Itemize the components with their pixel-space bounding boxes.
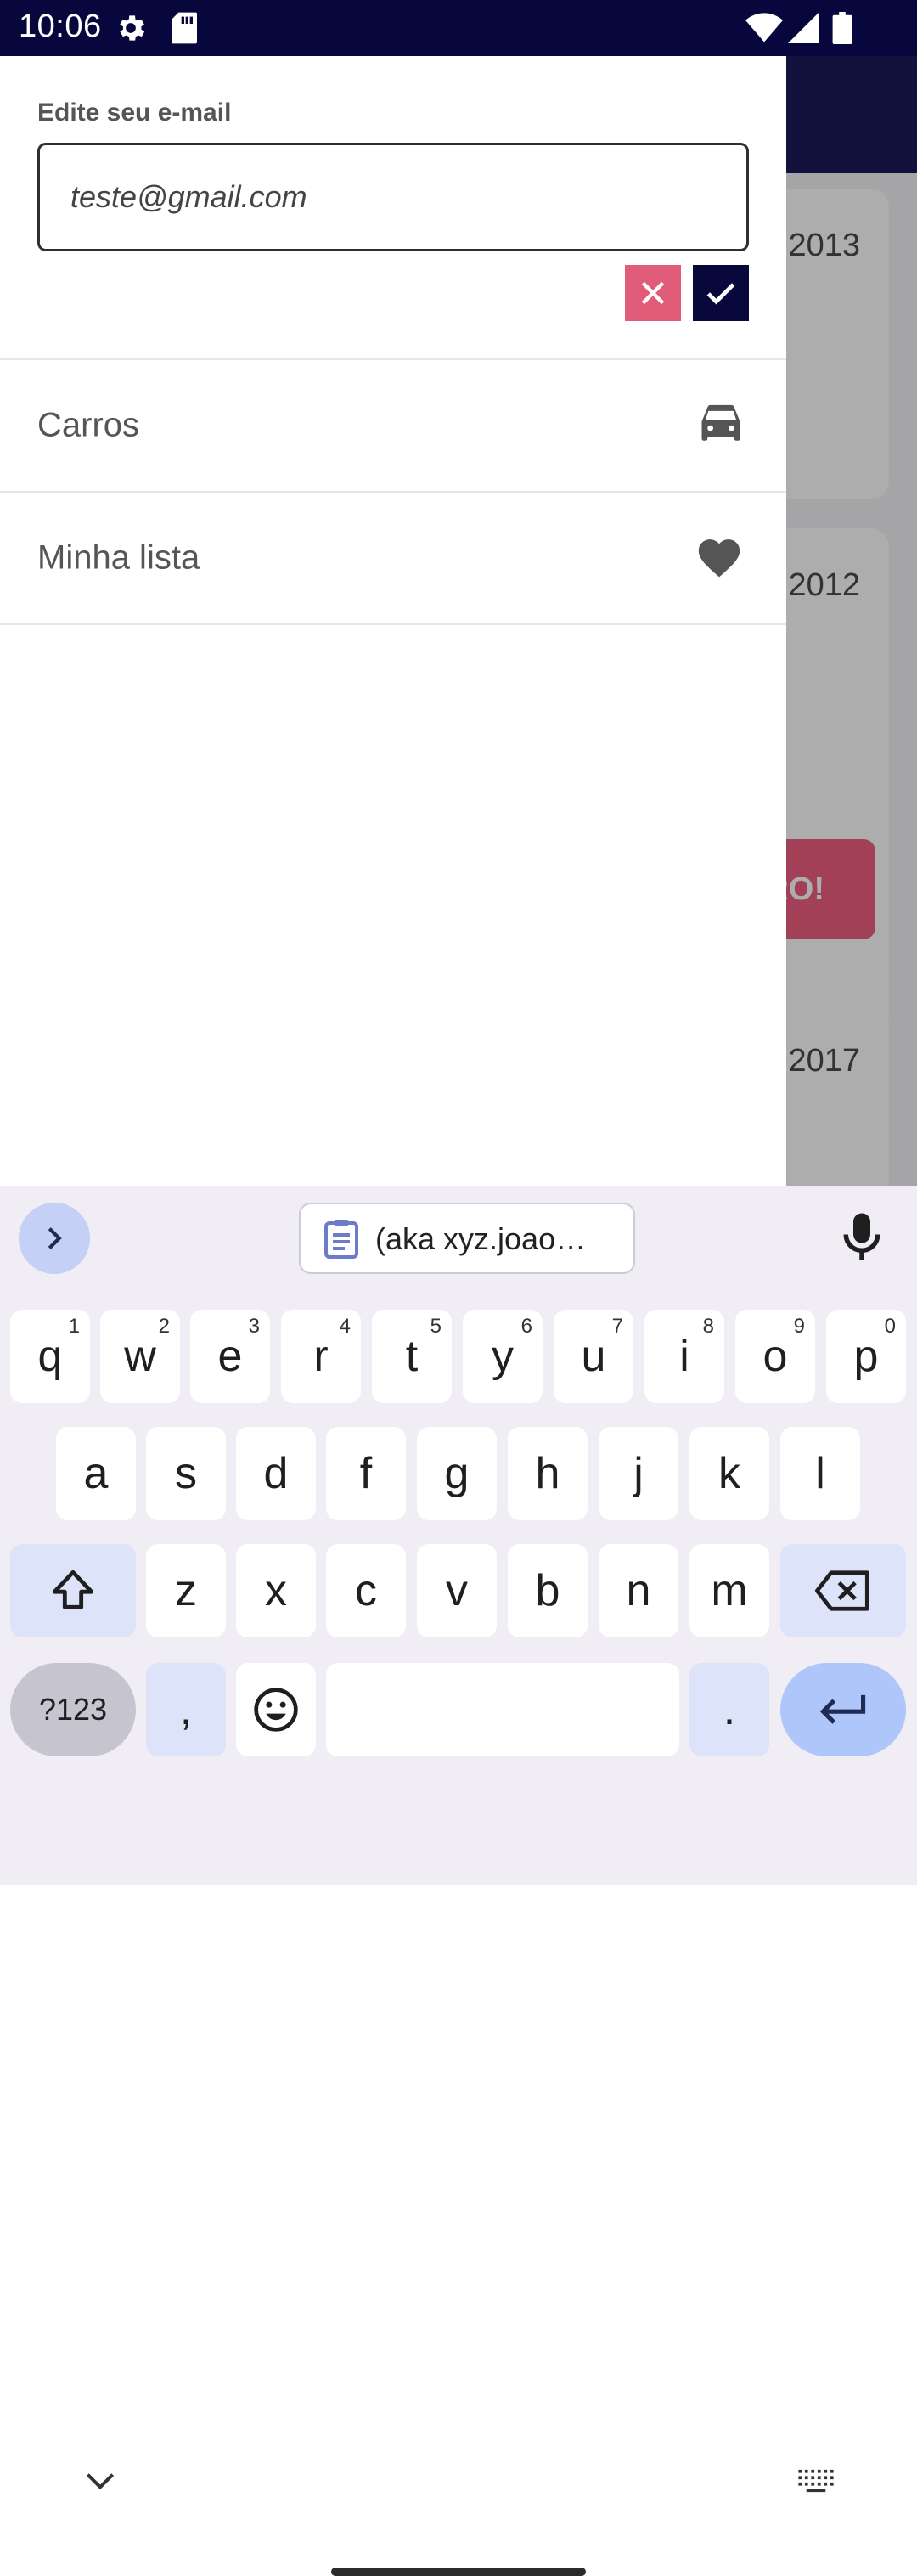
- battery-icon: [832, 12, 852, 48]
- status-time: 10:06: [19, 8, 102, 44]
- key-w[interactable]: w2: [100, 1310, 180, 1403]
- chevron-down-icon: [86, 2473, 115, 2490]
- key-label: r: [313, 1332, 329, 1381]
- key-hint: 3: [248, 1315, 260, 1338]
- key-hint: 8: [702, 1315, 714, 1338]
- key-a[interactable]: a: [56, 1427, 136, 1520]
- key-y[interactable]: y6: [463, 1310, 543, 1403]
- period-key[interactable]: .: [689, 1663, 769, 1756]
- cell-signal-icon: [788, 12, 819, 48]
- key-i[interactable]: i8: [644, 1310, 724, 1403]
- key-k[interactable]: k: [689, 1427, 769, 1520]
- emoji-icon: [254, 1688, 298, 1732]
- enter-key[interactable]: [780, 1663, 906, 1756]
- key-m[interactable]: m: [689, 1544, 769, 1637]
- chevron-right-icon: [48, 1227, 62, 1249]
- toolbar-expand-button[interactable]: [19, 1203, 90, 1274]
- key-label: i: [679, 1332, 689, 1381]
- key-label: y: [492, 1332, 514, 1381]
- key-hint: 0: [884, 1315, 896, 1338]
- key-label: u: [581, 1332, 606, 1381]
- menu-item-carros[interactable]: Carros: [0, 360, 786, 491]
- key-x[interactable]: x: [236, 1544, 316, 1637]
- divider: [0, 623, 786, 625]
- keyboard-icon: [798, 2469, 834, 2493]
- hide-keyboard-button[interactable]: [82, 2469, 119, 2497]
- settings-icon: [114, 11, 148, 49]
- clipboard-icon: [323, 1218, 360, 1263]
- emoji-key[interactable]: [236, 1663, 316, 1756]
- key-g[interactable]: g: [417, 1427, 497, 1520]
- symbols-key[interactable]: ?123: [10, 1663, 136, 1756]
- key-label: q: [37, 1332, 63, 1381]
- key-label: o: [762, 1332, 788, 1381]
- menu-item-label: Minha lista: [37, 538, 200, 577]
- keyboard-switch-button[interactable]: [796, 2468, 835, 2498]
- key-label: t: [405, 1332, 419, 1381]
- status-bar: 10:06: [0, 0, 917, 56]
- key-label: e: [217, 1332, 243, 1381]
- key-d[interactable]: d: [236, 1427, 316, 1520]
- shift-key[interactable]: [10, 1544, 136, 1637]
- key-h[interactable]: h: [508, 1427, 588, 1520]
- key-u[interactable]: u7: [554, 1310, 633, 1403]
- check-icon: [706, 283, 735, 305]
- navigation-drawer: Edite seu e-mail Carros Minha lista: [0, 56, 786, 1186]
- edit-email-label: Edite seu e-mail: [37, 99, 232, 127]
- key-hint: 2: [158, 1315, 170, 1338]
- sd-card-icon: [170, 11, 199, 49]
- menu-item-minha-lista[interactable]: Minha lista: [0, 493, 786, 623]
- key-hint: 9: [793, 1315, 805, 1338]
- enter-icon: [819, 1694, 866, 1724]
- email-field[interactable]: [37, 143, 749, 251]
- key-f[interactable]: f: [326, 1427, 406, 1520]
- key-label: p: [853, 1332, 879, 1381]
- key-hint: 1: [68, 1315, 80, 1338]
- car-icon: [698, 403, 744, 449]
- menu-item-label: Carros: [37, 406, 140, 444]
- key-s[interactable]: s: [146, 1427, 226, 1520]
- clipboard-suggestion[interactable]: (aka xyz.joao…: [299, 1203, 635, 1274]
- key-e[interactable]: e3: [190, 1310, 270, 1403]
- heart-icon: [695, 533, 744, 583]
- backspace-key[interactable]: [780, 1544, 906, 1637]
- key-hint: 5: [430, 1315, 442, 1338]
- clipboard-text: (aka xyz.joao…: [375, 1221, 587, 1256]
- comma-key[interactable]: ,: [146, 1663, 226, 1756]
- backspace-icon: [815, 1570, 869, 1611]
- key-q[interactable]: q1: [10, 1310, 90, 1403]
- key-hint: 6: [520, 1315, 532, 1338]
- key-hint: 7: [611, 1315, 623, 1338]
- cancel-button[interactable]: [625, 265, 681, 321]
- home-handle[interactable]: [331, 2568, 586, 2576]
- key-j[interactable]: j: [599, 1427, 678, 1520]
- microphone-icon[interactable]: [841, 1211, 883, 1266]
- key-r[interactable]: r4: [281, 1310, 361, 1403]
- confirm-button[interactable]: [693, 265, 749, 321]
- key-label: w: [124, 1332, 156, 1381]
- key-b[interactable]: b: [508, 1544, 588, 1637]
- close-icon: [641, 281, 665, 305]
- shift-icon: [52, 1570, 94, 1609]
- key-z[interactable]: z: [146, 1544, 226, 1637]
- key-l[interactable]: l: [780, 1427, 860, 1520]
- space-key[interactable]: [326, 1663, 679, 1756]
- key-hint: 4: [339, 1315, 351, 1338]
- key-n[interactable]: n: [599, 1544, 678, 1637]
- key-o[interactable]: o9: [735, 1310, 815, 1403]
- key-v[interactable]: v: [417, 1544, 497, 1637]
- key-c[interactable]: c: [326, 1544, 406, 1637]
- key-p[interactable]: p0: [826, 1310, 906, 1403]
- key-t[interactable]: t5: [372, 1310, 452, 1403]
- wifi-icon: [745, 12, 783, 48]
- soft-keyboard: (aka xyz.joao… q1 w2 e3 r4 t5 y6 u7 i8 o…: [0, 1186, 917, 2576]
